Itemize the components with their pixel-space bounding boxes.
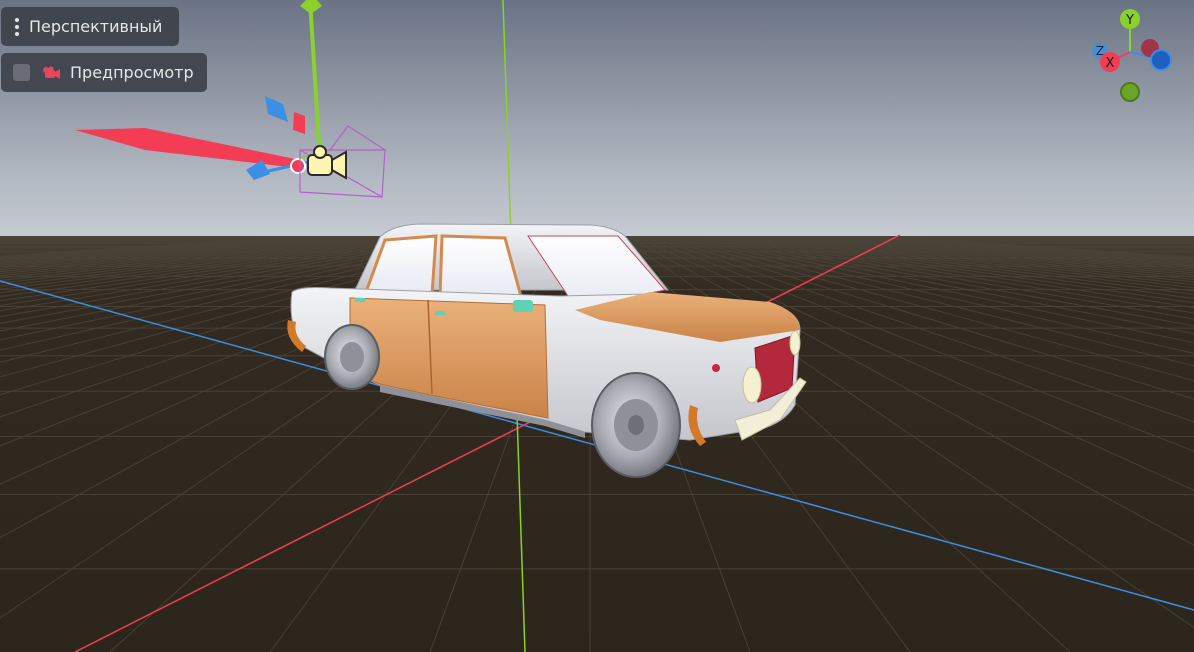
- view-mode-label: Перспективный: [29, 17, 163, 36]
- kebab-menu-icon: [15, 17, 19, 36]
- gizmo-x-label: X: [1106, 56, 1115, 71]
- 3d-viewport[interactable]: Z X Y: [0, 0, 1194, 652]
- view-mode-menu-button[interactable]: Перспективный: [1, 7, 179, 46]
- gizmo-neg-y-handle[interactable]: [1120, 82, 1140, 102]
- camera-icon: [40, 66, 60, 80]
- preview-toggle[interactable]: Предпросмотр: [1, 53, 207, 92]
- gizmo-z-handle[interactable]: [1150, 49, 1172, 71]
- preview-checkbox[interactable]: [13, 64, 30, 81]
- gizmo-y-label: Y: [1125, 13, 1134, 28]
- preview-label: Предпросмотр: [70, 63, 194, 82]
- sky: [0, 0, 1194, 238]
